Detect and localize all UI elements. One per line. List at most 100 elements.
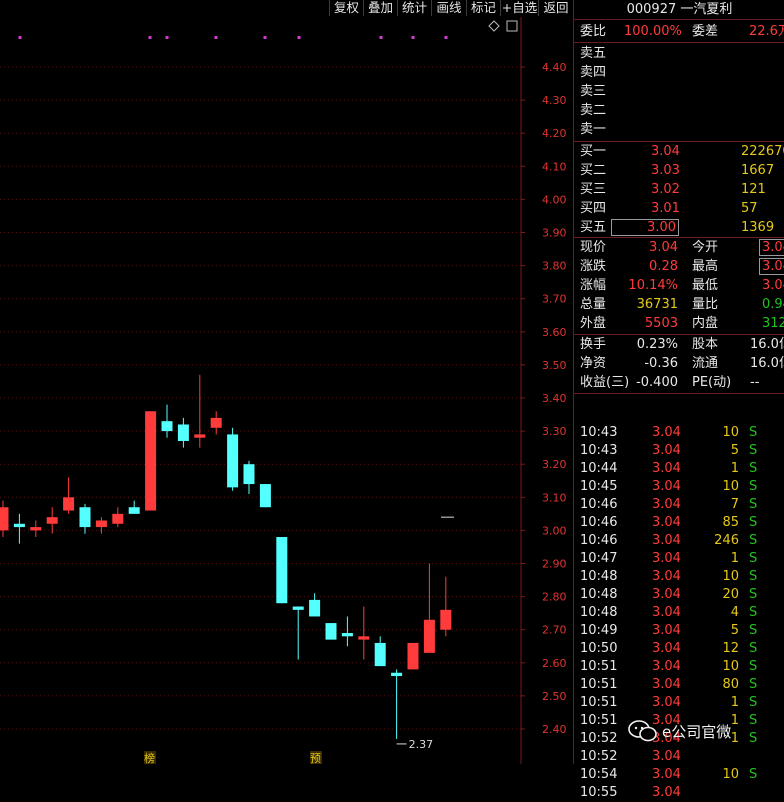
tick-volume: 1 — [730, 461, 739, 476]
divider — [574, 393, 784, 394]
buy-level-label: 买三 — [580, 182, 607, 197]
trade-tick-row: 10:48 3.04 20 S — [574, 586, 784, 604]
statistics-button[interactable]: 统计 — [397, 0, 431, 16]
buy-level-row[interactable]: 买五 3.00 1369 — [574, 218, 784, 237]
stat-value: 16.0亿 — [750, 337, 784, 352]
mark-button[interactable]: 标记 — [466, 0, 500, 16]
sell-level-row[interactable]: 卖五 — [574, 44, 784, 63]
signal-dot — [379, 36, 383, 39]
wechat-icon — [628, 720, 657, 742]
buy-level-row[interactable]: 买一 3.04 222670 — [574, 142, 784, 161]
weicha-value: 22.6万 — [749, 24, 784, 39]
candle-up — [112, 513, 124, 524]
sell-level-row[interactable]: 卖三 — [574, 82, 784, 101]
tick-price: 3.04 — [652, 749, 681, 764]
tick-volume: 80 — [722, 677, 739, 692]
tick-side: S — [749, 425, 758, 440]
quote-row: 涨幅 10.14% 最低 3.04 — [574, 276, 784, 295]
kline-chart[interactable]: 4.40 4.30 4.20 4.10 4.00 3.90 3.80 3.70 3.60 3.50… — [0, 17, 573, 764]
tick-side: S — [749, 641, 758, 656]
tick-price: 3.04 — [652, 443, 681, 458]
tick-volume: 10 — [722, 479, 739, 494]
trade-tick-row: 10:51 3.04 1 S — [574, 694, 784, 712]
buy-level-label: 买一 — [580, 144, 607, 159]
y-tick-label: 4.10 — [542, 160, 567, 173]
candle-up — [63, 497, 75, 511]
sell-level-label: 卖一 — [580, 122, 607, 137]
tick-volume: 10 — [722, 659, 739, 674]
candle-up — [407, 642, 419, 670]
y-tick-label: 3.30 — [542, 425, 567, 438]
trade-tick-row: 10:46 3.04 85 S — [574, 514, 784, 532]
tick-volume: 5 — [730, 443, 739, 458]
buy-level-row[interactable]: 买三 3.02 121 — [574, 180, 784, 199]
buy-level-price: 3.02 — [651, 182, 680, 197]
candle-down — [374, 642, 386, 667]
draw-line-button[interactable]: 画线 — [431, 0, 466, 16]
quote-panel: 000927 一汽夏利 委比 100.00% 委差 22.6万 卖五卖四卖三卖二… — [573, 0, 784, 800]
tick-time: 10:44 — [580, 461, 618, 476]
sell-level-row[interactable]: 卖二 — [574, 101, 784, 120]
y-tick-label: 2.90 — [542, 558, 567, 571]
add-watchlist-button[interactable]: +自选 — [500, 0, 538, 16]
buy-level-row[interactable]: 买二 3.03 1667 — [574, 161, 784, 180]
tick-side: S — [749, 479, 758, 494]
tick-price: 3.04 — [652, 587, 681, 602]
tick-side: S — [749, 515, 758, 530]
stat-value: 16.0亿 — [750, 356, 784, 371]
trade-ticks-list[interactable]: 10:43 3.04 10 S 10:43 3.04 5 S 10:44 3.04 1 S 10:45 3… — [574, 424, 784, 800]
quote-label: 外盘 — [580, 316, 607, 331]
y-tick-label: 2.40 — [542, 723, 567, 736]
tick-time: 10:48 — [580, 605, 618, 620]
quote-row: 现价 3.04 今开 3.04 — [574, 238, 784, 257]
tick-price: 3.04 — [652, 533, 681, 548]
quote-label: 涨跌 — [580, 259, 607, 274]
trade-tick-row: 10:55 3.04 — [574, 784, 784, 802]
weibi-row: 委比 100.00% 委差 22.6万 — [574, 22, 784, 41]
trade-tick-row: 10:47 3.04 1 S — [574, 550, 784, 568]
signal-dot — [444, 36, 448, 39]
tick-time: 10:54 — [580, 767, 618, 782]
tick-price: 3.04 — [652, 623, 681, 638]
overlay-button[interactable]: 叠加 — [363, 0, 397, 16]
tick-volume: 10 — [722, 767, 739, 782]
stat-label: 净资 — [580, 356, 607, 371]
trade-tick-row: 10:46 3.04 246 S — [574, 532, 784, 550]
quote-value: 0.94 — [762, 297, 784, 312]
stat-row: 换手 0.23% 股本 16.0亿 — [574, 335, 784, 354]
stat-value: -- — [750, 375, 760, 390]
buy-level-row[interactable]: 买四 3.01 57 — [574, 199, 784, 218]
watermark: e公司官微 — [628, 718, 784, 744]
tick-price: 3.04 — [652, 515, 681, 530]
tick-time: 10:46 — [580, 533, 618, 548]
tick-time: 10:49 — [580, 623, 618, 638]
quote-label: 最高 — [692, 259, 719, 274]
candle-down — [243, 464, 255, 485]
tick-volume: 20 — [722, 587, 739, 602]
candle-down — [79, 507, 91, 528]
candle-down — [276, 537, 288, 604]
quote-label: 总量 — [580, 297, 607, 312]
tick-time: 10:43 — [580, 425, 618, 440]
stat-value: 0.23% — [636, 337, 678, 352]
back-button[interactable]: 返回 — [538, 0, 573, 16]
stat-label: 流通 — [692, 356, 719, 371]
candle-up — [358, 636, 370, 640]
tick-side: S — [749, 677, 758, 692]
candle-down — [259, 484, 271, 508]
candle-up — [30, 527, 42, 531]
sell-level-row[interactable]: 卖一 — [574, 120, 784, 139]
tick-price: 3.04 — [652, 659, 681, 674]
buy-level-price: 3.03 — [651, 163, 680, 178]
tick-time: 10:52 — [580, 749, 618, 764]
fuquan-button[interactable]: 复权 — [329, 0, 363, 16]
tick-price: 3.04 — [652, 677, 681, 692]
trade-tick-row: 10:50 3.04 12 S — [574, 640, 784, 658]
candle-down — [309, 599, 321, 617]
weicha-label: 委差 — [692, 24, 719, 39]
sell-level-row[interactable]: 卖四 — [574, 63, 784, 82]
tick-volume: 12 — [722, 641, 739, 656]
tick-side: S — [749, 551, 758, 566]
date-marker: 榜 — [144, 751, 155, 764]
y-tick-label: 4.40 — [542, 61, 567, 74]
